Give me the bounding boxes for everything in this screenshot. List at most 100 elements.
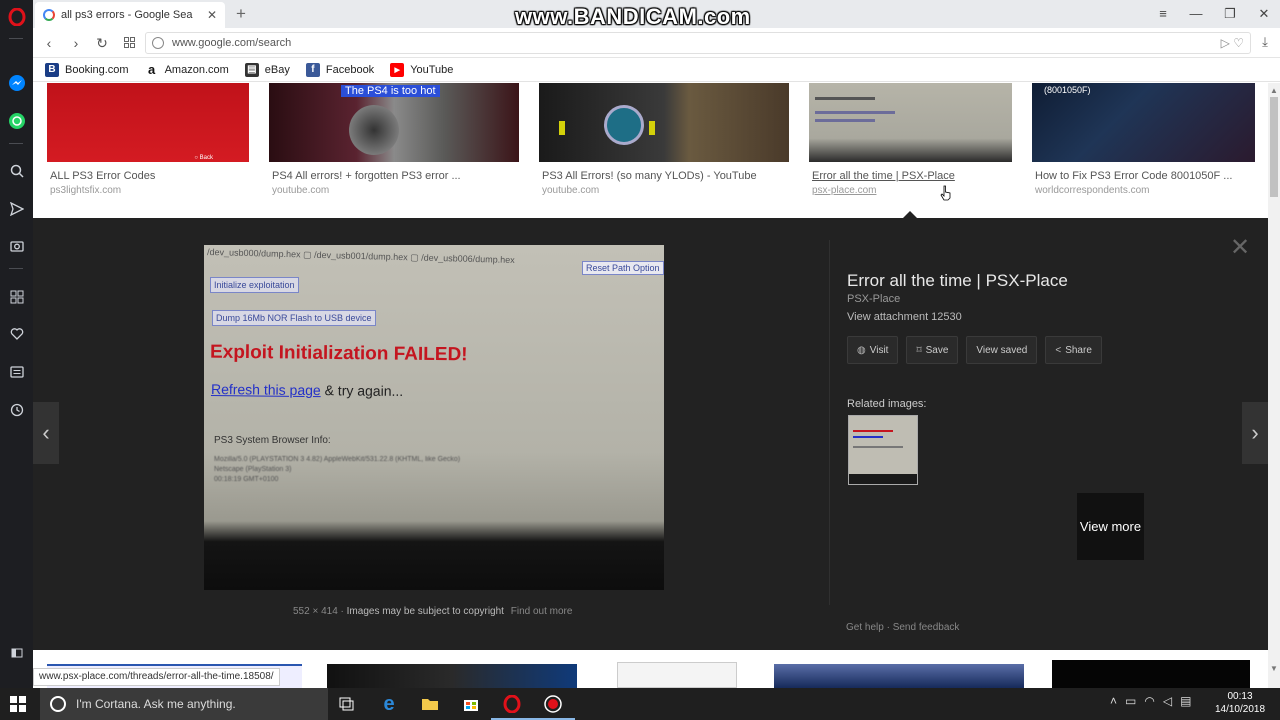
cortana-icon — [50, 696, 66, 712]
thumbnail-overlay-text: (8001050F) — [1044, 85, 1091, 95]
notification-icon[interactable]: ▤ — [1180, 694, 1191, 708]
opera-sidebar — [0, 0, 33, 688]
clock-time: 00:13 — [1227, 691, 1253, 702]
send-icon[interactable] — [6, 198, 28, 220]
related-images-label: Related images: — [847, 398, 927, 410]
tab-title: all ps3 errors - Google Sea — [61, 9, 193, 21]
result-thumbnail — [809, 83, 1012, 162]
bookmark-youtube[interactable]: ▶ YouTube — [390, 62, 453, 77]
get-help-link[interactable]: Get help — [846, 622, 884, 633]
selection-pointer — [903, 211, 917, 218]
back-button[interactable]: ‹ — [39, 33, 59, 53]
download-icon[interactable]: ⤓ — [1255, 34, 1275, 54]
close-viewer-icon[interactable]: ✕ — [1230, 233, 1250, 262]
image-text: Exploit Initialization FAILED! — [209, 341, 468, 366]
viewer-actions: ◍ Visit ⌑ Save View saved < Share — [847, 336, 1110, 364]
history-icon[interactable] — [6, 399, 28, 421]
news-icon[interactable] — [6, 361, 28, 383]
result-thumbnail: The PS4 is too hot — [269, 83, 519, 162]
scrollbar-thumb[interactable] — [1270, 97, 1278, 197]
whatsapp-icon[interactable] — [6, 110, 28, 132]
store-icon[interactable] — [459, 692, 483, 716]
reload-button[interactable]: ↻ — [92, 33, 112, 53]
bandicam-icon[interactable] — [541, 692, 565, 716]
bookmark-ebay[interactable]: ▤ eBay — [244, 62, 290, 77]
tab-google-search[interactable]: all ps3 errors - Google Sea ✕ — [35, 2, 225, 28]
visit-button[interactable]: ◍ Visit — [847, 336, 899, 364]
result-source: youtube.com — [542, 185, 600, 196]
bookmark-booking[interactable]: B Booking.com — [45, 62, 129, 77]
cortana-placeholder: I'm Cortana. Ask me anything. — [76, 697, 236, 711]
amazon-icon: a — [144, 62, 159, 77]
close-window-button[interactable]: ✕ — [1254, 4, 1274, 24]
result-source: psx-place.com — [812, 185, 877, 196]
image-text: /dev_usb000/dump.hex — [206, 246, 301, 260]
close-tab-icon[interactable]: ✕ — [207, 8, 217, 22]
image-result[interactable]: PS3 All Errors! (so many YLODs) - YouTub… — [539, 83, 789, 196]
search-icon[interactable] — [6, 160, 28, 182]
maximize-button[interactable]: ❐ — [1220, 4, 1240, 24]
url-field[interactable]: www.google.com/search ▷ ♡ — [145, 32, 1251, 54]
snap-and-bookmark-icons[interactable]: ▷ ♡ — [1221, 36, 1244, 50]
camera-icon[interactable] — [6, 235, 28, 257]
tab-menu-icon[interactable]: ≡ — [1153, 4, 1173, 24]
globe-icon: ◍ — [857, 344, 866, 356]
windows-start-icon[interactable] — [10, 696, 26, 712]
file-explorer-icon[interactable] — [418, 692, 442, 716]
previous-image-button[interactable]: ‹ — [33, 402, 59, 464]
result-thumbnail: ○ Back — [47, 83, 249, 162]
show-hidden-icons[interactable]: ˄ — [1110, 694, 1117, 708]
speed-dial-button[interactable] — [119, 33, 139, 53]
bookmark-label: eBay — [264, 63, 290, 76]
youtube-icon: ▶ — [390, 62, 405, 77]
scroll-down-icon[interactable]: ▼ — [1268, 663, 1280, 675]
image-result[interactable]: ○ Back ALL PS3 Error Codes ps3lightsfix.… — [47, 83, 249, 196]
viewer-site: PSX-Place — [847, 293, 901, 305]
bookmark-label: Facebook — [325, 63, 375, 76]
save-button[interactable]: ⌑ Save — [906, 336, 959, 364]
status-url-tooltip: www.psx-place.com/threads/error-all-the-… — [33, 668, 280, 686]
messenger-icon[interactable] — [6, 72, 28, 94]
next-image-button[interactable]: › — [1242, 402, 1268, 464]
new-tab-button[interactable]: + — [231, 4, 251, 24]
image-text: Dump 16Mb NOR Flash to USB device — [212, 310, 376, 326]
save-label: Save — [925, 344, 949, 356]
related-image-thumbnail[interactable] — [848, 415, 918, 485]
result-caption: PS3 All Errors! (so many YLODs) - YouTub… — [542, 170, 757, 182]
image-result[interactable]: (8001050F) How to Fix PS3 Error Code 800… — [1032, 83, 1255, 196]
find-out-more-link[interactable]: Find out more — [511, 606, 573, 617]
battery-icon[interactable]: ▭ — [1125, 694, 1136, 708]
volume-icon[interactable]: ◁ — [1163, 694, 1172, 708]
preview-image[interactable]: /dev_usb000/dump.hex ▢ /dev_usb001/dump.… — [204, 245, 664, 590]
copyright-notice: Images may be subject to copyright — [346, 606, 504, 617]
taskbar-clock[interactable]: 00:13 14/10/2018 — [1210, 690, 1270, 716]
send-feedback-link[interactable]: Send feedback — [893, 622, 960, 633]
image-result[interactable]: The PS4 is too hot PS4 All errors! + for… — [269, 83, 519, 196]
edge-icon[interactable]: e — [377, 692, 401, 716]
bookmark-facebook[interactable]: f Facebook — [305, 62, 375, 77]
screen: all ps3 errors - Google Sea ✕ + ≡ — ❐ ✕ … — [0, 0, 1280, 720]
minimize-button[interactable]: — — [1186, 4, 1206, 24]
opera-menu-icon[interactable] — [6, 6, 28, 28]
heart-icon[interactable] — [6, 323, 28, 345]
page-scrollbar[interactable]: ▲ ▼ — [1268, 83, 1280, 688]
task-view-icon[interactable] — [335, 692, 359, 716]
opera-taskbar-icon[interactable] — [500, 692, 524, 716]
wifi-icon[interactable]: ◠ — [1144, 694, 1154, 708]
image-meta: 552 × 414 · Images may be subject to cop… — [293, 606, 573, 617]
view-saved-button[interactable]: View saved — [966, 336, 1038, 364]
view-more-button[interactable]: View more — [1077, 493, 1144, 560]
share-button[interactable]: < Share — [1045, 336, 1102, 364]
forward-button[interactable]: › — [66, 33, 86, 53]
cortana-search-box[interactable]: I'm Cortana. Ask me anything. — [40, 688, 328, 720]
viewer-title[interactable]: Error all the time | PSX-Place — [847, 271, 1068, 291]
result-source: ps3lightsfix.com — [50, 185, 122, 196]
scroll-up-icon[interactable]: ▲ — [1268, 85, 1280, 97]
image-text: 00:18:19 GMT+0100 — [214, 476, 279, 483]
speed-dial-icon[interactable] — [6, 286, 28, 308]
bookmark-amazon[interactable]: a Amazon.com — [144, 62, 229, 77]
sidebar-toggle-icon[interactable] — [6, 642, 28, 664]
image-result-selected[interactable]: Error all the time | PSX-Place psx-place… — [809, 83, 1012, 196]
result-caption: Error all the time | PSX-Place — [812, 170, 955, 182]
bandicam-watermark: www.BANDICAM.com — [515, 4, 751, 29]
